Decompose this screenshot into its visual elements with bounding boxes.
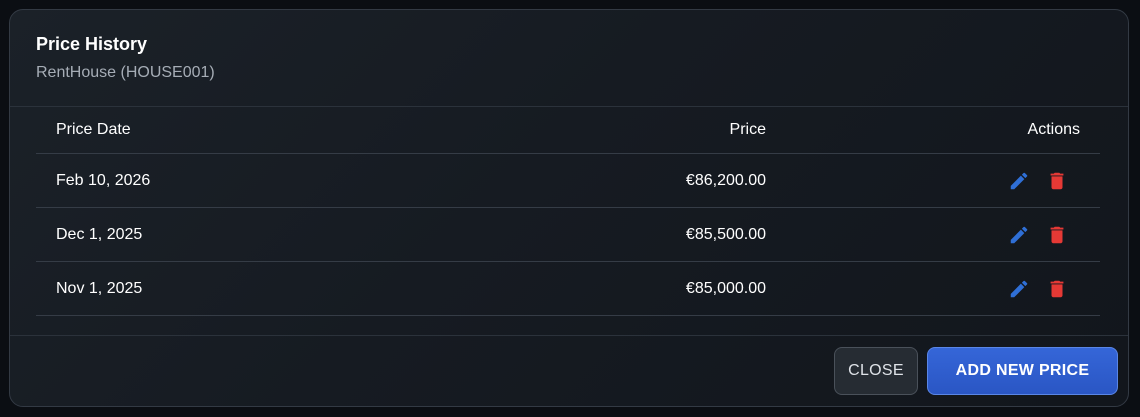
price-cell: €86,200.00 [685, 171, 766, 189]
edit-button[interactable] [1004, 220, 1034, 250]
price-date-cell: Dec 1, 2025 [56, 225, 143, 243]
delete-button[interactable] [1042, 220, 1072, 250]
table-row: Feb 10, 2026 €86,200.00 [36, 154, 1100, 208]
table-row: Nov 1, 2025 €85,000.00 [36, 262, 1100, 316]
price-history-table: Price Date Price Actions Feb 10, 2026 €8… [36, 106, 1100, 316]
edit-button[interactable] [1004, 166, 1034, 196]
price-cell: €85,000.00 [685, 279, 766, 297]
row-actions [1004, 154, 1072, 207]
pencil-icon [1008, 170, 1030, 192]
column-header-actions: Actions [1027, 120, 1080, 138]
price-cell: €85,500.00 [685, 225, 766, 243]
row-actions [1004, 208, 1072, 261]
add-new-price-button[interactable]: ADD NEW PRICE [927, 347, 1118, 395]
trash-icon [1046, 224, 1068, 246]
dialog-footer: CLOSE ADD NEW PRICE [10, 335, 1128, 406]
close-button[interactable]: CLOSE [834, 347, 918, 395]
edit-button[interactable] [1004, 274, 1034, 304]
dialog-subtitle: RentHouse (HOUSE001) [36, 64, 215, 81]
dialog-title: Price History [36, 34, 148, 54]
table-header-row: Price Date Price Actions [36, 106, 1100, 154]
dialog-header: Price History RentHouse (HOUSE001) [10, 10, 1128, 107]
trash-icon [1046, 278, 1068, 300]
column-header-price-date: Price Date [56, 120, 131, 138]
table-row: Dec 1, 2025 €85,500.00 [36, 208, 1100, 262]
price-history-dialog: Price History RentHouse (HOUSE001) Price… [9, 9, 1129, 407]
pencil-icon [1008, 224, 1030, 246]
delete-button[interactable] [1042, 166, 1072, 196]
row-actions [1004, 262, 1072, 315]
pencil-icon [1008, 278, 1030, 300]
price-date-cell: Feb 10, 2026 [56, 171, 151, 189]
delete-button[interactable] [1042, 274, 1072, 304]
column-header-price: Price [729, 120, 766, 138]
price-date-cell: Nov 1, 2025 [56, 279, 143, 297]
trash-icon [1046, 170, 1068, 192]
